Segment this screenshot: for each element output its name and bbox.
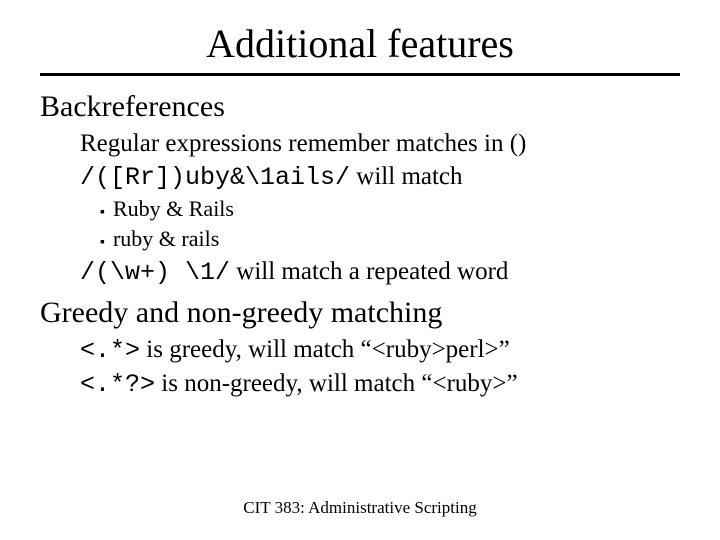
title-divider [40,73,680,76]
body-block: Regular expressions remember matches in … [80,128,680,194]
code-span: /([Rr])uby&\1ails/ [80,163,350,192]
list-item-label: Ruby & Rails [113,196,234,222]
slide: Additional features Backreferences Regul… [0,0,720,540]
slide-title: Additional features [40,20,680,67]
text-span: will match [350,163,462,190]
section-heading-greedy: Greedy and non-greedy matching [40,296,680,330]
bullet-list: ▪ Ruby & Rails ▪ ruby & rails [100,196,680,254]
slide-footer: CIT 383: Administrative Scripting [0,498,720,518]
text-span: is non-greedy, will match “<ruby>” [155,370,518,397]
text-line: Regular expressions remember matches in … [80,128,680,159]
list-item: ▪ Ruby & Rails [100,196,680,224]
section-heading-backreferences: Backreferences [40,90,680,124]
body-block: <.*> is greedy, will match “<ruby>perl>”… [80,334,680,401]
list-item-label: ruby & rails [113,226,219,252]
code-span: <.*?> [80,370,155,399]
square-bullet-icon: ▪ [100,232,105,254]
text-line: /(\w+) \1/ will match a repeated word [80,256,680,288]
text-line: <.*?> is non-greedy, will match “<ruby>” [80,368,680,400]
text-span: is greedy, will match “<ruby>perl>” [140,336,510,363]
text-line: /([Rr])uby&\1ails/ will match [80,161,680,193]
code-span: /(\w+) \1/ [80,258,230,287]
text-line: <.*> is greedy, will match “<ruby>perl>” [80,334,680,366]
list-item: ▪ ruby & rails [100,226,680,254]
square-bullet-icon: ▪ [100,202,105,224]
code-span: <.*> [80,336,140,365]
text-span: will match a repeated word [230,258,508,285]
body-block: /(\w+) \1/ will match a repeated word [80,256,680,288]
